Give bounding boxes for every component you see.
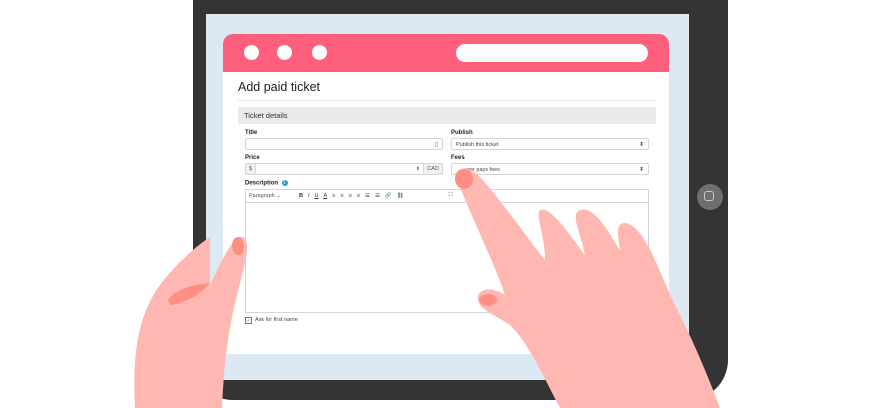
publish-label: Publish — [451, 130, 473, 136]
title-input[interactable]: ▯ — [245, 138, 443, 150]
window-dot-icon[interactable] — [244, 45, 259, 60]
publish-value: Publish this ticket — [456, 142, 499, 148]
fees-label: Fees — [451, 155, 465, 161]
info-icon[interactable]: i — [281, 180, 288, 186]
window-dot-icon[interactable] — [312, 45, 327, 60]
checkbox-label: Ask for first name — [255, 317, 298, 324]
right-hand-icon — [455, 168, 720, 408]
browser-title-bar — [223, 34, 669, 72]
description-label: Description — [245, 180, 279, 187]
address-bar[interactable] — [456, 44, 648, 62]
section-header: Ticket details — [238, 107, 656, 124]
numbered-list-icon[interactable]: ☰ — [375, 193, 380, 199]
left-hand-icon — [134, 236, 247, 408]
price-prefix: $ — [245, 163, 256, 175]
bullet-list-icon[interactable]: ☰ — [365, 193, 370, 199]
underline-button[interactable]: U — [315, 193, 319, 199]
align-right-icon[interactable]: ≡ — [349, 193, 352, 199]
page-title: Add paid ticket — [238, 80, 656, 101]
price-currency: CAD — [423, 163, 443, 175]
select-arrow-icon: ⬍ — [638, 142, 644, 148]
link-icon[interactable]: 🔗 — [385, 193, 392, 199]
field-icon: ▯ — [434, 142, 438, 148]
unlink-icon[interactable]: ⛓ — [397, 193, 404, 199]
stepper-icon[interactable]: ⬍ — [416, 164, 420, 174]
title-label: Title — [245, 130, 258, 136]
italic-button[interactable]: I — [308, 193, 310, 199]
align-left-icon[interactable]: ≡ — [332, 193, 335, 199]
price-group: $ ⬍ CAD — [245, 163, 443, 175]
price-label: Price — [245, 155, 260, 161]
paragraph-select[interactable]: Paragraph ⌄ — [249, 193, 294, 199]
window-dot-icon[interactable] — [277, 45, 292, 60]
text-color-button[interactable]: A — [324, 193, 328, 199]
bold-button[interactable]: B — [299, 193, 303, 199]
price-input[interactable]: ⬍ — [256, 163, 423, 175]
publish-select[interactable]: Publish this ticket ⬍ — [451, 138, 649, 150]
justify-icon[interactable]: ≡ — [357, 193, 360, 199]
align-center-icon[interactable]: ≡ — [340, 193, 343, 199]
